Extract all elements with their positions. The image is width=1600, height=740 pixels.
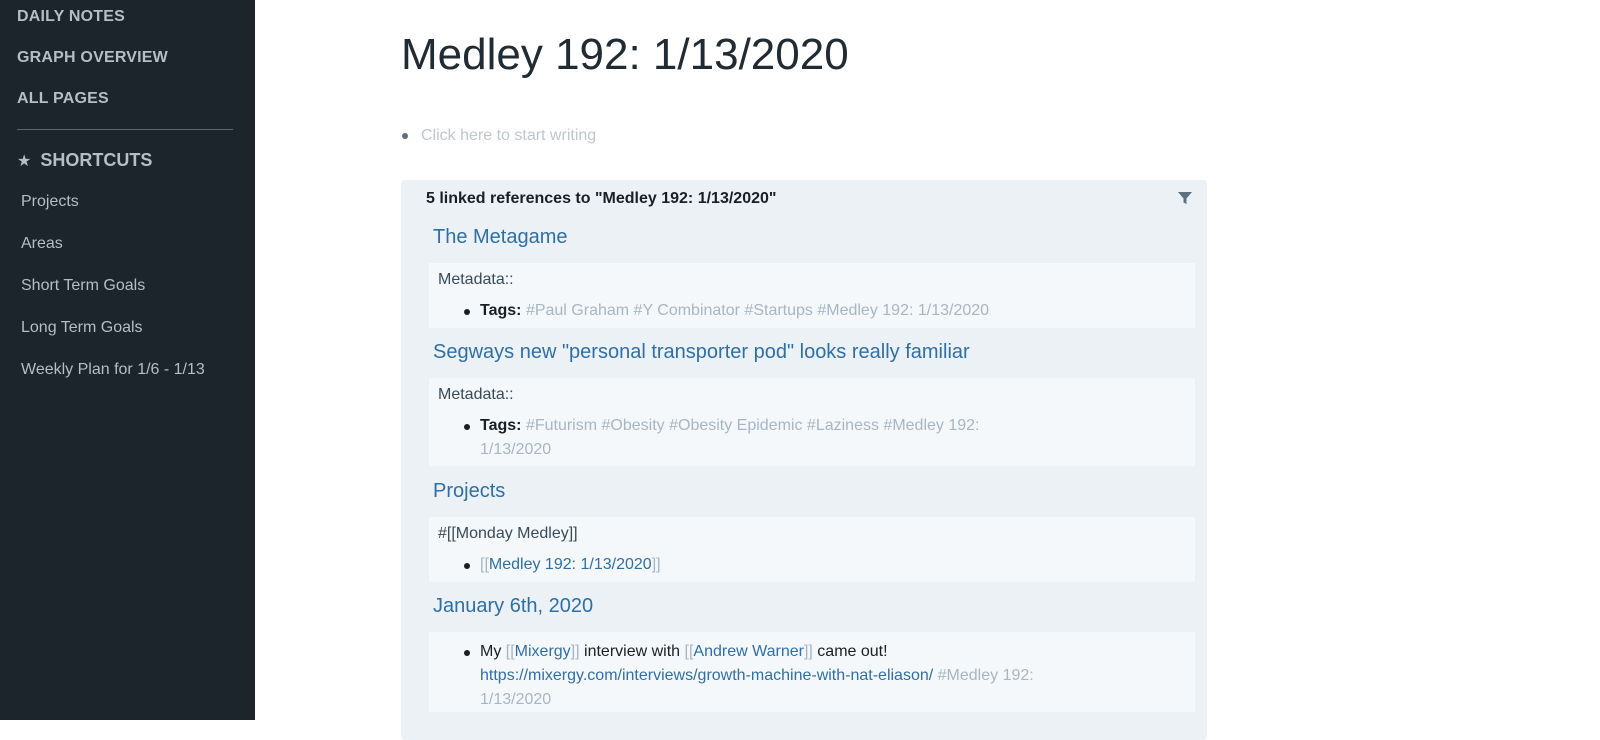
text: interview with <box>579 643 685 660</box>
page-title[interactable]: Medley 192: 1/13/2020 <box>401 30 849 80</box>
nav-daily-notes[interactable]: DAILY NOTES <box>17 8 125 26</box>
ref-title-january-6th[interactable]: January 6th, 2020 <box>433 595 593 618</box>
bracket-close: ]] <box>651 556 661 573</box>
ref-block[interactable]: Metadata:: Tags: #Paul Graham #Y Combina… <box>429 263 1195 328</box>
tags-label: Tags: <box>480 302 522 319</box>
tags-list-item: Tags: #Futurism #Obesity #Obesity Epidem… <box>464 414 1020 462</box>
shortcut-weekly-plan[interactable]: Weekly Plan for 1/6 - 1/13 <box>21 361 205 379</box>
ref-block[interactable]: My [[Mixergy]] interview with [[Andrew W… <box>429 632 1195 712</box>
list-item: My [[Mixergy]] interview with [[Andrew W… <box>464 640 1040 712</box>
list-item: [[Medley 192: 1/13/2020]] <box>464 553 1020 577</box>
page-link-andrew-warner[interactable]: Andrew Warner <box>693 643 804 660</box>
monday-medley-tag[interactable]: #[[Monday Medley]] <box>438 525 578 543</box>
bracket-close: ]] <box>570 643 580 660</box>
text: came out! <box>812 643 888 660</box>
page-link[interactable]: Medley 192: 1/13/2020 <box>489 556 652 573</box>
shortcut-short-term-goals[interactable]: Short Term Goals <box>21 277 145 295</box>
block-bullet <box>402 133 408 139</box>
tags-text[interactable]: #Paul Graham #Y Combinator #Startups #Me… <box>526 302 989 319</box>
nav-all-pages[interactable]: ALL PAGES <box>17 90 109 108</box>
ref-title-segways[interactable]: Segways new "personal transporter pod" l… <box>433 341 970 364</box>
tags-list-item: Tags: #Paul Graham #Y Combinator #Startu… <box>464 299 1020 323</box>
nav-graph-overview[interactable]: GRAPH OVERVIEW <box>17 49 168 67</box>
start-writing-placeholder[interactable]: Click here to start writing <box>421 127 596 145</box>
shortcut-areas[interactable]: Areas <box>21 235 63 253</box>
linked-references-panel: 5 linked references to "Medley 192: 1/13… <box>401 180 1207 740</box>
ref-title-the-metagame[interactable]: The Metagame <box>433 226 568 249</box>
ref-block[interactable]: #[[Monday Medley]] [[Medley 192: 1/13/20… <box>429 517 1195 582</box>
linked-references-header: 5 linked references to "Medley 192: 1/13… <box>426 190 777 207</box>
tags-label: Tags: <box>480 417 522 434</box>
text: My <box>480 643 506 660</box>
metadata-label: Metadata:: <box>438 271 514 288</box>
shortcuts-header: ★ SHORTCUTS <box>17 150 152 171</box>
page-link-mixergy[interactable]: Mixergy <box>515 643 571 660</box>
bracket-open: [[ <box>505 643 515 660</box>
bracket-open: [[ <box>480 556 489 573</box>
filter-icon[interactable] <box>1177 190 1193 206</box>
shortcut-long-term-goals[interactable]: Long Term Goals <box>21 319 143 337</box>
metadata-label: Metadata:: <box>438 386 514 403</box>
shortcut-projects[interactable]: Projects <box>21 193 79 211</box>
shortcuts-title: SHORTCUTS <box>40 150 153 170</box>
empty-block[interactable]: Click here to start writing <box>402 127 596 145</box>
star-icon: ★ <box>17 152 32 170</box>
left-sidebar: DAILY NOTES GRAPH OVERVIEW ALL PAGES ★ S… <box>0 0 255 720</box>
ref-title-projects[interactable]: Projects <box>433 480 505 503</box>
ref-block[interactable]: Metadata:: Tags: #Futurism #Obesity #Obe… <box>429 378 1195 466</box>
tags-text[interactable]: #Futurism #Obesity #Obesity Epidemic #La… <box>480 417 979 458</box>
external-url[interactable]: https://mixergy.com/interviews/growth-ma… <box>480 667 933 684</box>
bracket-close: ]] <box>803 643 813 660</box>
sidebar-divider <box>17 129 233 130</box>
